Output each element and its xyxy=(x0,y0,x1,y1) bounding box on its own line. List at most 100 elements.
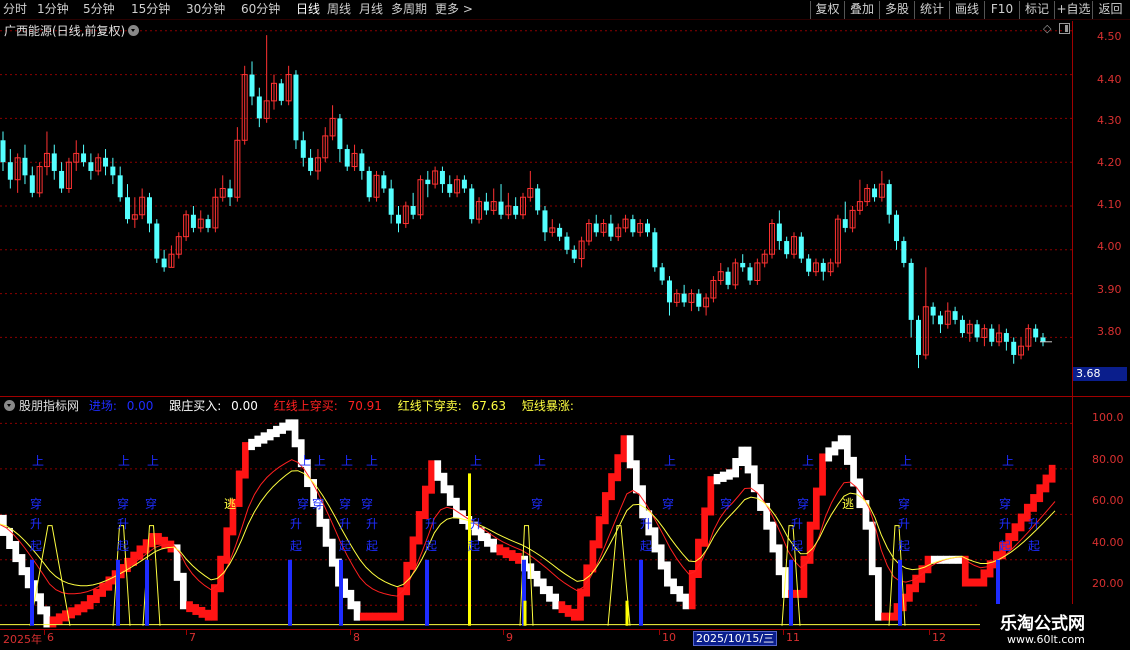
last-price-tag: 3.68 xyxy=(1073,367,1127,381)
oscillator-block-white xyxy=(676,586,684,602)
oscillator-block-red xyxy=(198,606,206,618)
signal-label-start: 起 xyxy=(339,539,351,553)
candle-body-down xyxy=(557,227,563,237)
signal-label-start: 起 xyxy=(1028,539,1040,553)
chart-title[interactable]: 广西能源(日线,前复权) xyxy=(4,22,140,39)
oscillator-block-white xyxy=(552,593,560,610)
signal-label-rise: 升 xyxy=(1028,517,1040,531)
signal-bar-blue xyxy=(898,559,902,626)
oscillator-block-white xyxy=(657,544,665,570)
oscillator-block-white xyxy=(719,471,727,482)
oscillator-block-white xyxy=(273,425,280,438)
field-label: 红线上穿买: xyxy=(273,399,338,413)
chevron-down-icon[interactable] xyxy=(128,25,140,36)
oscillator-block-red xyxy=(887,612,895,621)
signal-label-start: 起 xyxy=(290,539,302,553)
oscillator-block-red xyxy=(608,473,615,501)
candle-body-down xyxy=(886,184,892,215)
signal-bar-blue xyxy=(425,559,429,626)
field-value: 67.63 xyxy=(471,399,506,413)
oscillator-block-red xyxy=(508,550,516,561)
oscillator-block-white xyxy=(266,429,274,441)
oscillator-block-red xyxy=(601,492,609,525)
watermark-url: www.60lt.com xyxy=(1007,633,1085,646)
candle-body-down xyxy=(776,223,782,242)
indicator-name[interactable]: 股朋指标网 xyxy=(19,399,79,413)
oscillator-block-red xyxy=(415,511,423,545)
candle-body-down xyxy=(725,271,731,285)
oscillator-block-white xyxy=(484,533,491,547)
panel-divider xyxy=(0,396,1130,397)
candle-body-down xyxy=(469,188,475,220)
date-tick xyxy=(350,630,351,635)
oscillator-block-red xyxy=(1042,474,1050,493)
oscillator-block-red xyxy=(595,516,603,549)
price-tick-label: 4.40 xyxy=(1097,73,1122,86)
candle-body-down xyxy=(308,157,314,171)
candle-body-down xyxy=(293,74,299,141)
candle-body-down xyxy=(381,175,387,189)
oscillator-block-red xyxy=(359,612,367,621)
signal-label-escape: 逃 xyxy=(224,497,236,511)
oscillator-block-red xyxy=(49,616,57,628)
signal-label-up: 上 xyxy=(32,454,44,468)
panel-toggle-icon[interactable] xyxy=(1059,23,1070,34)
candle-body-down xyxy=(447,184,453,193)
candle-body-down xyxy=(7,162,13,180)
indicator-field-entry: 进场: 0.00 xyxy=(89,399,160,413)
candle-body-down xyxy=(1011,341,1017,355)
signal-label-up: 上 xyxy=(299,454,311,468)
oscillator-block-red xyxy=(620,435,628,463)
oscillator-block-red xyxy=(881,612,888,621)
date-label: 9 xyxy=(506,631,513,644)
indicator-field-surge: 短线暴涨: xyxy=(522,399,586,413)
signal-label-up: 上 xyxy=(664,454,676,468)
signal-label-up: 上 xyxy=(314,454,326,468)
oscillator-block-white xyxy=(254,435,262,447)
signal-label-up: 上 xyxy=(118,454,130,468)
oscillator-block-white xyxy=(12,541,20,563)
signal-label-escape: 逃 xyxy=(842,497,854,511)
oscillator-block-white xyxy=(285,419,293,431)
date-label: 8 xyxy=(353,631,360,644)
candle-body-down xyxy=(110,166,116,176)
signal-label-rise: 升 xyxy=(640,517,652,531)
oscillator-block-red xyxy=(422,485,429,520)
signal-bar-blue xyxy=(288,559,292,626)
oscillator-block-red xyxy=(812,487,820,530)
candle-body-down xyxy=(989,328,995,342)
candle-body-down xyxy=(59,170,65,189)
candle-body-down xyxy=(146,197,152,224)
signal-label-start: 起 xyxy=(898,539,910,553)
signal-label-cross: 穿 xyxy=(531,496,543,511)
date-label: 7 xyxy=(189,631,196,644)
oscillator-block-red xyxy=(800,555,808,598)
candle-body-down xyxy=(740,262,746,268)
candlestick-chart[interactable]: 上上上上上上上上上上上上上穿穿穿穿穿穿穿穿穿穿穿穿穿升升升升升升升升升升升升起起… xyxy=(0,0,1130,650)
indicator-tick-label: 60.00 xyxy=(1092,494,1124,507)
indicator-tick-label: 40.00 xyxy=(1092,536,1124,549)
candle-body-down xyxy=(645,223,651,233)
diamond-icon[interactable]: ◇ xyxy=(1043,23,1055,35)
oscillator-block-red xyxy=(707,476,715,516)
indicator-field-red-up: 红线上穿买: 70.91 xyxy=(274,399,388,413)
oscillator-block-red xyxy=(688,570,696,610)
oscillator-block-white xyxy=(279,422,286,434)
oscillator-block-white xyxy=(775,544,783,576)
oscillator-block-red xyxy=(186,601,193,613)
oscillator-block-white xyxy=(837,435,845,450)
candle-body-down xyxy=(227,188,233,198)
date-tick xyxy=(783,630,784,635)
chevron-down-icon[interactable] xyxy=(4,400,15,411)
oscillator-block-white xyxy=(750,465,758,493)
candle-body-down xyxy=(798,236,804,259)
oscillator-block-white xyxy=(769,521,777,553)
candle-body-down xyxy=(498,201,504,215)
signal-label-start: 起 xyxy=(999,539,1011,553)
date-tick xyxy=(929,630,930,635)
signal-label-up: 上 xyxy=(366,454,378,468)
signal-label-rise: 升 xyxy=(30,517,42,531)
signal-label-rise: 升 xyxy=(290,517,302,531)
indicator-tick-label: 20.00 xyxy=(1092,577,1124,590)
candle-body-down xyxy=(366,170,372,198)
